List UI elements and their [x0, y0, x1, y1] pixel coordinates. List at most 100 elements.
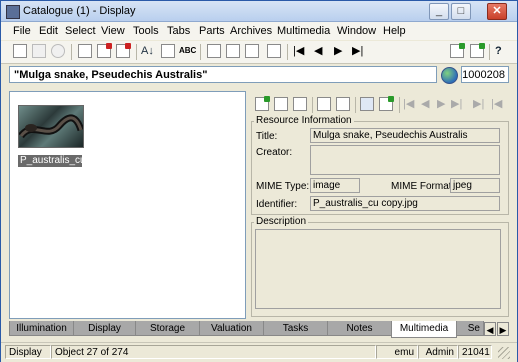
menu-tools[interactable]: Tools [133, 25, 159, 37]
menu-view[interactable]: View [101, 25, 125, 37]
list-view-icon[interactable] [245, 44, 259, 58]
next-record-icon[interactable]: ▶ [334, 44, 342, 58]
multimedia-toolbar: |◀ ◀ ▶ ▶| ▶| |◀ [249, 94, 507, 113]
creator-label: Creator: [256, 147, 293, 158]
menu-multimedia[interactable]: Multimedia [277, 25, 330, 37]
description-field[interactable] [255, 229, 501, 309]
tab-notes[interactable]: Notes [327, 321, 392, 336]
toolbar-separator [136, 44, 137, 60]
resize-grip[interactable] [498, 347, 510, 359]
last-record-icon[interactable]: ▶| [352, 44, 363, 58]
toolbar-separator [355, 97, 356, 113]
window-title: Catalogue (1) - Display [23, 5, 136, 17]
prev-record-icon[interactable]: ◀ [314, 44, 322, 58]
menu-archives[interactable]: Archives [230, 25, 272, 37]
report-icon[interactable] [207, 44, 221, 58]
attach-multimedia-icon[interactable] [274, 97, 288, 111]
new-doc-icon[interactable] [13, 44, 27, 58]
tab-multimedia[interactable]: Multimedia [391, 321, 457, 338]
mime-type-label: MIME Type: [256, 181, 310, 192]
first-record-icon[interactable]: |◀ [293, 44, 304, 58]
record-title-field[interactable]: "Mulga snake, Pseudechis Australis" [9, 66, 437, 83]
save-multimedia-icon[interactable] [336, 97, 350, 111]
title-label: Title: [256, 131, 278, 142]
tab-display[interactable]: Display [73, 321, 136, 336]
properties-list-icon[interactable] [360, 97, 374, 111]
form-view-icon[interactable] [267, 44, 281, 58]
thumbnail-caption[interactable]: P_australis_cu [18, 155, 82, 167]
sort-icon[interactable]: A↓ [141, 44, 154, 58]
maximize-button[interactable]: □ [451, 3, 471, 20]
resource-detail-panel: |◀ ◀ ▶ ▶| ▶| |◀ Resource Information Tit… [249, 91, 509, 317]
mime-format-field[interactable]: jpeg [450, 178, 500, 193]
next-image-icon[interactable]: ▶ [437, 97, 445, 111]
mime-type-field[interactable]: image [310, 178, 360, 193]
multimedia-thumbnail-panel[interactable]: P_australis_cu [9, 91, 246, 319]
toolbar-separator [71, 44, 72, 60]
snake-thumbnail-image[interactable] [18, 105, 84, 148]
status-mode: Display [5, 345, 51, 359]
status-role: Admin [418, 345, 458, 359]
minimize-button[interactable]: _ [429, 3, 449, 20]
menu-file[interactable]: File [13, 25, 31, 37]
resource-information-heading: Resource Information [254, 115, 354, 126]
menu-parts[interactable]: Parts [199, 25, 225, 37]
title-field[interactable]: Mulga snake, Pseudechis Australis [310, 128, 500, 143]
tab-scroll-left-button[interactable]: ◀ [484, 322, 496, 336]
main-toolbar: A↓ ABC |◀ ◀ ▶ ▶| ? [1, 41, 517, 64]
view-multimedia-icon[interactable] [317, 97, 331, 111]
import-icon[interactable] [470, 43, 485, 58]
edit-icon[interactable] [161, 44, 175, 58]
menu-edit[interactable]: Edit [39, 25, 58, 37]
description-heading: Description [254, 216, 309, 227]
last-image-icon[interactable]: ▶| [451, 97, 462, 111]
tab-tasks[interactable]: Tasks [263, 321, 328, 336]
mime-format-label: MIME Format: [391, 181, 455, 192]
status-bar: Display Object 27 of 274 emu Admin 21041 [1, 342, 517, 362]
close-button[interactable]: ✕ [487, 3, 507, 20]
app-icon [6, 5, 20, 19]
end-image-icon[interactable]: ▶| [473, 97, 484, 111]
prev-image-icon[interactable]: ◀ [421, 97, 429, 111]
toolbar-separator [200, 44, 201, 60]
title-bar[interactable]: Catalogue (1) - Display _ □ ✕ [1, 1, 517, 22]
catalogue-window: Catalogue (1) - Display _ □ ✕ File Edit … [0, 0, 518, 362]
creator-field[interactable] [310, 145, 500, 175]
context-help-icon[interactable]: ? [495, 44, 502, 58]
menu-tabs[interactable]: Tabs [167, 25, 190, 37]
add-multimedia-icon[interactable] [255, 96, 270, 111]
toolbar-separator [489, 44, 490, 60]
status-user: emu [376, 345, 418, 359]
menu-window[interactable]: Window [337, 25, 376, 37]
export-icon[interactable] [450, 43, 465, 58]
cancel-icon[interactable] [51, 44, 65, 58]
delete-record-icon[interactable] [116, 43, 131, 58]
first-image-icon[interactable]: |◀ [403, 97, 414, 111]
record-number-field[interactable]: 1000208 [461, 66, 509, 83]
detach-multimedia-icon[interactable] [293, 97, 307, 111]
toolbar-separator [312, 97, 313, 113]
menu-bar: File Edit Select View Tools Tabs Parts A… [1, 22, 517, 40]
identifier-label: Identifier: [256, 199, 298, 210]
tab-scroll-right-button[interactable]: ▶ [497, 322, 509, 336]
menu-select[interactable]: Select [65, 25, 96, 37]
spellcheck-icon[interactable]: ABC [179, 44, 196, 58]
grid-view-icon[interactable] [226, 44, 240, 58]
tab-storage[interactable]: Storage [135, 321, 200, 336]
tab-valuation[interactable]: Valuation [199, 321, 264, 336]
record-header: "Mulga snake, Pseudechis Australis" 1000… [9, 66, 509, 85]
record-tab-strip: Illumination Display Storage Valuation T… [9, 321, 509, 338]
begin-image-icon[interactable]: |◀ [491, 97, 502, 111]
toolbar-separator [287, 44, 288, 60]
globe-icon[interactable] [441, 67, 458, 84]
tab-illumination[interactable]: Illumination [9, 321, 74, 336]
open-viewer-icon[interactable] [379, 96, 394, 111]
menu-help[interactable]: Help [383, 25, 406, 37]
identifier-field[interactable]: P_australis_cu copy.jpg [310, 196, 500, 211]
tab-security[interactable]: Se [456, 321, 484, 336]
duplicate-record-icon[interactable] [97, 43, 112, 58]
status-count: 21041 [458, 345, 492, 359]
copy-record-icon[interactable] [78, 44, 92, 58]
toolbar-separator [399, 97, 400, 113]
save-icon[interactable] [32, 44, 46, 58]
